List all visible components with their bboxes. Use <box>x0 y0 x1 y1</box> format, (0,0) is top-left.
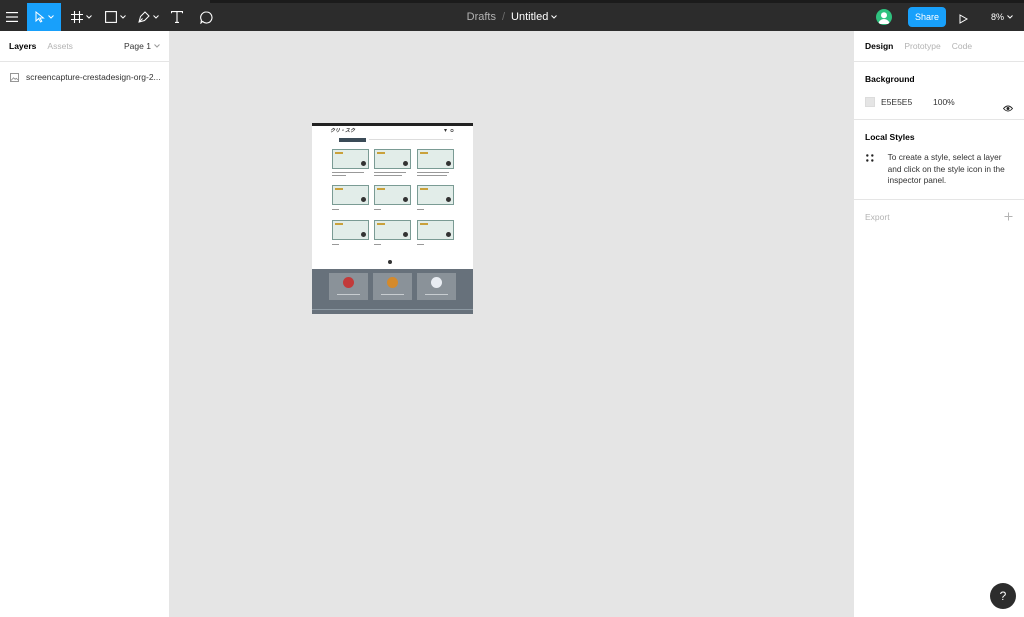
tab-prototype[interactable]: Prototype <box>904 41 940 51</box>
frame-card-caption <box>417 209 424 210</box>
pen-icon <box>137 11 150 23</box>
top-toolbar: Drafts / Untitled Share 8% <box>0 0 1024 31</box>
frame-article-card <box>417 220 454 240</box>
background-color-swatch[interactable] <box>865 97 875 107</box>
tab-design[interactable]: Design <box>865 41 893 51</box>
frame-footer-card <box>417 273 456 300</box>
zoom-level: 8% <box>991 12 1005 22</box>
frame-tool-button[interactable] <box>66 3 96 31</box>
frame-article-card <box>332 185 369 205</box>
figma-app: Drafts / Untitled Share 8% Layers Assets… <box>0 0 1024 617</box>
tab-layers[interactable]: Layers <box>9 41 36 51</box>
frame-article-card <box>374 185 411 205</box>
present-button[interactable] <box>959 11 969 29</box>
frame-footer-card <box>329 273 368 300</box>
background-section: Background E5E5E5 100% <box>854 62 1024 119</box>
chevron-down-icon <box>1007 15 1013 19</box>
frame-footer-card <box>373 273 412 300</box>
local-styles-hint-row: To create a style, select a layer and cl… <box>865 152 1013 199</box>
frame-site-logo: クリ・スク <box>330 128 356 134</box>
background-hex-input[interactable]: E5E5E5 <box>881 97 933 107</box>
background-row: E5E5E5 100% <box>865 90 1013 114</box>
chevron-down-icon <box>154 44 160 48</box>
export-section: Export <box>854 200 1024 234</box>
canvas[interactable]: クリ・スク <box>170 31 853 617</box>
local-styles-heading: Local Styles <box>865 132 915 142</box>
hamburger-icon <box>6 12 18 22</box>
local-styles-section: Local Styles To create a style, select a… <box>854 120 1024 199</box>
frame-category-tab <box>339 138 366 142</box>
frame-card-caption <box>332 172 364 173</box>
plus-icon[interactable] <box>1004 212 1013 221</box>
document-title-button[interactable]: Untitled <box>511 11 558 23</box>
image-layer-icon <box>10 72 19 82</box>
frame-footer <box>312 269 473 314</box>
frame-card-caption <box>417 175 447 176</box>
frame-card-caption <box>417 244 424 245</box>
help-button[interactable]: ? <box>990 583 1016 609</box>
user-avatar[interactable] <box>876 9 892 25</box>
properties-panel: Design Prototype Code Background E5E5E5 … <box>853 31 1024 617</box>
frame-header-icons <box>444 129 454 132</box>
chevron-down-icon <box>85 15 92 19</box>
tab-code[interactable]: Code <box>952 41 972 51</box>
right-panel-tabs: Design Prototype Code <box>854 31 1024 61</box>
frame-footer-line <box>312 309 473 310</box>
frame-card-caption <box>332 175 346 176</box>
chevron-down-icon <box>152 15 159 19</box>
text-t-icon <box>171 11 183 23</box>
export-heading: Export <box>865 211 890 222</box>
comment-bubble-icon <box>199 10 213 24</box>
frame-article-card <box>374 149 411 169</box>
main-menu-button[interactable] <box>0 3 24 31</box>
frame-card-caption <box>417 172 449 173</box>
toolbar-topline <box>210 0 1024 3</box>
layer-item[interactable]: screencapture-crestadesign-org-2... <box>0 67 169 87</box>
frame-hash-icon <box>70 11 83 23</box>
breadcrumb-drafts[interactable]: Drafts <box>467 11 496 23</box>
background-opacity-input[interactable]: 100% <box>933 97 993 107</box>
text-tool-button[interactable] <box>166 3 188 31</box>
frame-divider <box>369 139 453 140</box>
share-button[interactable]: Share <box>908 7 946 27</box>
frame-card-caption <box>332 209 339 210</box>
user-icon <box>878 12 890 24</box>
breadcrumb-separator: / <box>501 11 506 23</box>
layers-panel: Layers Assets Page 1 screencapture-crest… <box>0 31 170 617</box>
page-selector-label: Page 1 <box>124 41 151 51</box>
chevron-down-icon <box>47 15 54 19</box>
background-heading: Background <box>865 74 915 84</box>
local-styles-hint: To create a style, select a layer and cl… <box>887 152 1005 185</box>
frame-top-bar <box>312 123 473 126</box>
page-selector[interactable]: Page 1 <box>124 41 160 51</box>
frame-card-caption <box>332 244 339 245</box>
frame-card-caption <box>374 172 406 173</box>
chevron-down-icon <box>119 15 126 19</box>
eye-icon[interactable] <box>1003 105 1013 112</box>
frame-pagination-dot <box>388 260 392 264</box>
frame-article-card <box>374 220 411 240</box>
screenshot-frame[interactable]: クリ・スク <box>312 123 473 314</box>
frame-card-caption <box>374 209 381 210</box>
frame-article-card <box>332 149 369 169</box>
move-tool-button[interactable] <box>27 3 61 31</box>
comment-tool-button[interactable] <box>194 3 218 31</box>
layer-name: screencapture-crestadesign-org-2... <box>26 72 161 82</box>
pen-tool-button[interactable] <box>133 3 163 31</box>
frame-article-card <box>417 149 454 169</box>
zoom-dropdown[interactable]: 8% <box>991 8 1013 26</box>
frame-article-card <box>417 185 454 205</box>
shape-tool-button[interactable] <box>100 3 130 31</box>
frame-card-caption <box>374 175 402 176</box>
rectangle-icon <box>104 11 117 23</box>
tab-assets[interactable]: Assets <box>47 41 73 51</box>
cursor-arrow-icon <box>35 11 45 23</box>
play-icon <box>959 14 969 24</box>
frame-card-caption <box>374 244 381 245</box>
chevron-down-icon <box>551 15 558 19</box>
document-title: Untitled <box>511 11 549 23</box>
frame-article-card <box>332 220 369 240</box>
style-dots-icon <box>866 154 874 162</box>
